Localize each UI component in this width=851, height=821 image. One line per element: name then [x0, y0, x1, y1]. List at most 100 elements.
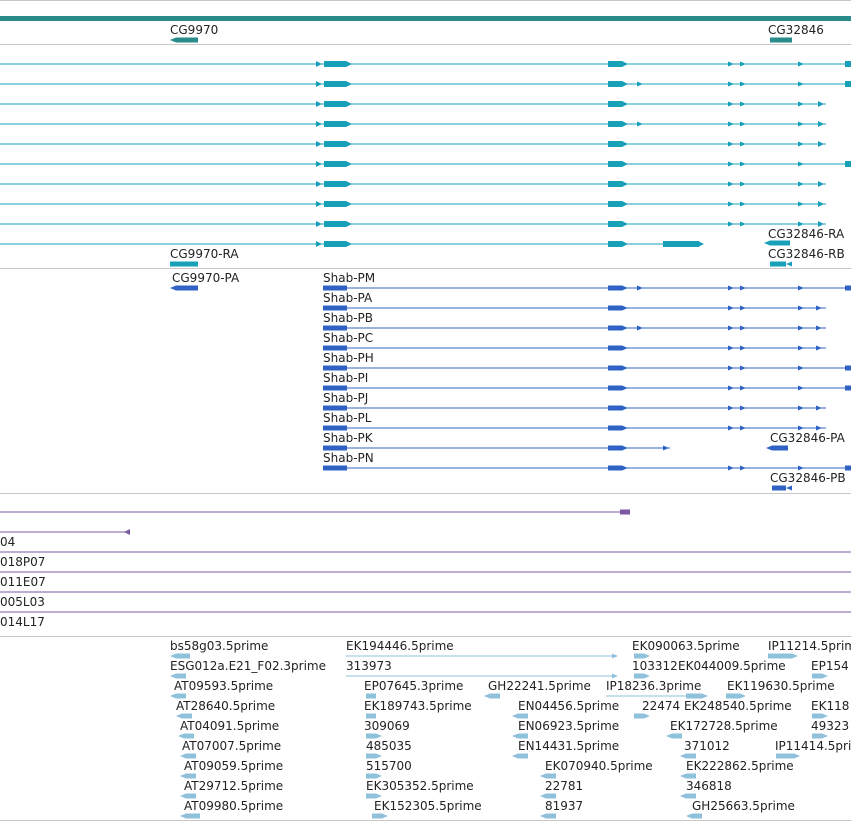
est-label[interactable]: EK248540.5prime: [684, 699, 792, 713]
feature-strand-arrow: [622, 285, 628, 291]
est-label[interactable]: IP18236.3prime: [606, 679, 701, 693]
est-label[interactable]: 81937: [545, 799, 583, 813]
protein-label[interactable]: Shab-PI: [323, 371, 368, 385]
est-label[interactable]: 515700: [366, 759, 412, 773]
est-label[interactable]: GH25663.5prime: [692, 799, 795, 813]
transcript-label[interactable]: CG9970-RA: [170, 247, 239, 261]
protein-label[interactable]: CG32846-PA: [770, 431, 845, 445]
feature-strand-arrow: [728, 325, 734, 331]
est-label[interactable]: 346818: [686, 779, 732, 793]
feature-strand-arrow: [786, 485, 792, 491]
protein-label[interactable]: Shab-PL: [323, 411, 371, 425]
est-label[interactable]: AT29712.5prime: [184, 779, 283, 793]
est-label[interactable]: EK152305.5prime: [374, 799, 482, 813]
est-label[interactable]: EP154: [811, 659, 849, 673]
est-label[interactable]: 22474: [642, 699, 680, 713]
cdna-label[interactable]: 014L17: [0, 615, 45, 629]
est-label[interactable]: EK090063.5prime: [632, 639, 740, 653]
feature-strand-arrow: [798, 425, 804, 431]
gene-label[interactable]: CG32846: [768, 23, 824, 37]
est-label[interactable]: EK305352.5prime: [366, 779, 474, 793]
protein-label[interactable]: CG9970-PA: [172, 271, 239, 285]
est-label[interactable]: IP11414.5pri: [775, 739, 851, 753]
feature-strand-arrow: [622, 365, 628, 371]
est-label[interactable]: bs58g03.5prime: [170, 639, 268, 653]
est-label[interactable]: EK222862.5prime: [686, 759, 794, 773]
est-label[interactable]: EK172728.5prime: [670, 719, 778, 733]
est-label[interactable]: AT07007.5prime: [182, 739, 281, 753]
feature-strand-arrow: [644, 673, 650, 679]
est-label[interactable]: EN14431.5prime: [518, 739, 619, 753]
est-label[interactable]: EK044009.5prime: [678, 659, 786, 673]
protein-block: [323, 425, 347, 431]
est-label[interactable]: IP11214.5prim: [768, 639, 851, 653]
est-label[interactable]: ESG012a.E21_F02.3prime: [170, 659, 326, 673]
feature-strand-arrow: [798, 161, 804, 167]
protein-block: [772, 445, 788, 451]
protein-label[interactable]: Shab-PK: [323, 431, 373, 445]
est-label[interactable]: GH22241.5prime: [488, 679, 591, 693]
transcript-exon: [608, 121, 622, 127]
est-label[interactable]: EP07645.3prime: [364, 679, 463, 693]
feature-strand-arrow: [740, 305, 746, 311]
gene-span-bar: [0, 16, 851, 21]
feature-strand-arrow: [622, 201, 628, 207]
gene-block: [176, 37, 198, 43]
est-label[interactable]: EK194446.5prime: [346, 639, 454, 653]
gene-block: [770, 37, 792, 43]
protein-label[interactable]: Shab-PM: [323, 271, 375, 285]
est-label[interactable]: AT04091.5prime: [180, 719, 279, 733]
est-label[interactable]: EK119630.5prime: [727, 679, 835, 693]
feature-strand-arrow: [822, 673, 828, 679]
est-label[interactable]: 313973: [346, 659, 392, 673]
est-block: [776, 753, 794, 759]
cdna-label[interactable]: 005L03: [0, 595, 45, 609]
est-block: [692, 813, 702, 819]
feature-strand-arrow: [622, 101, 628, 107]
protein-label[interactable]: Shab-PN: [323, 451, 374, 465]
est-label[interactable]: 103312: [632, 659, 678, 673]
est-label[interactable]: 371012: [684, 739, 730, 753]
est-label[interactable]: 49323: [811, 719, 849, 733]
est-label[interactable]: EN04456.5prime: [518, 699, 619, 713]
feature-strand-arrow: [786, 261, 792, 267]
feature-strand-arrow: [818, 141, 824, 147]
est-block: [672, 733, 682, 739]
est-label[interactable]: 485035: [366, 739, 412, 753]
cdna-label[interactable]: 04: [0, 535, 15, 549]
feature-strand-arrow: [376, 793, 382, 799]
feature-strand-arrow: [822, 713, 828, 719]
est-label[interactable]: 309069: [364, 719, 410, 733]
feature-strand-arrow: [798, 221, 804, 227]
est-label[interactable]: AT09059.5prime: [184, 759, 283, 773]
protein-label[interactable]: Shab-PJ: [323, 391, 368, 405]
feature-strand-arrow: [818, 201, 824, 207]
feature-strand-arrow: [512, 733, 518, 739]
feature-strand-arrow: [680, 753, 686, 759]
est-label[interactable]: AT09980.5prime: [184, 799, 283, 813]
est-label[interactable]: EK189743.5prime: [364, 699, 472, 713]
est-label[interactable]: AT28640.5prime: [176, 699, 275, 713]
gene-label[interactable]: CG9970: [170, 23, 218, 37]
protein-label[interactable]: Shab-PA: [323, 291, 372, 305]
est-block: [518, 733, 528, 739]
est-label[interactable]: AT09593.5prime: [174, 679, 273, 693]
cdna-label[interactable]: 018P07: [0, 555, 45, 569]
est-label[interactable]: 22781: [545, 779, 583, 793]
protein-label[interactable]: Shab-PC: [323, 331, 373, 345]
feature-strand-arrow: [798, 121, 804, 127]
feature-strand-arrow: [728, 121, 734, 127]
est-label[interactable]: EK070940.5prime: [545, 759, 653, 773]
cdna-label[interactable]: 011E07: [0, 575, 46, 589]
feature-strand-arrow: [798, 365, 804, 371]
transcript-label[interactable]: CG32846-RB: [768, 247, 845, 261]
protein-label[interactable]: Shab-PH: [323, 351, 374, 365]
est-block: [366, 793, 376, 799]
est-label[interactable]: EN06923.5prime: [518, 719, 619, 733]
feature-strand-arrow: [740, 101, 746, 107]
est-label[interactable]: EK118: [811, 699, 849, 713]
protein-label[interactable]: CG32846-PB: [770, 471, 846, 485]
protein-label[interactable]: Shab-PB: [323, 311, 373, 325]
transcript-label[interactable]: CG32846-RA: [768, 227, 844, 241]
feature-strand-arrow: [728, 345, 734, 351]
